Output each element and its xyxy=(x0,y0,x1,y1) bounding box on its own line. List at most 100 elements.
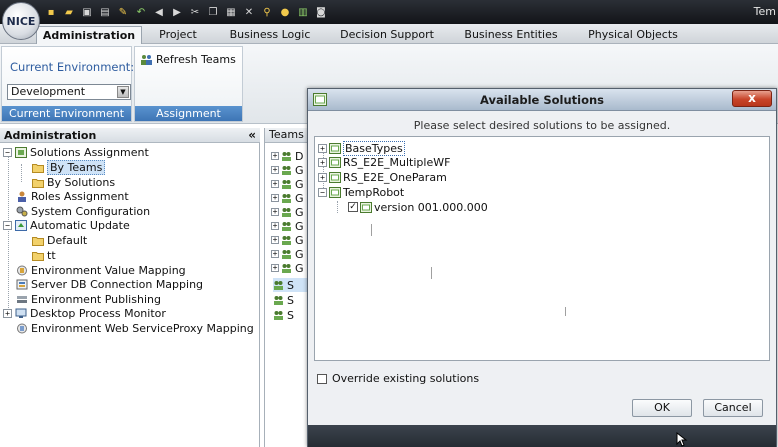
solution-icon xyxy=(329,156,341,168)
dialog-title-bar[interactable]: Available Solutions x xyxy=(308,89,776,111)
expand-icon[interactable]: + xyxy=(318,143,327,153)
environment-select[interactable]: Development ▼ xyxy=(7,84,131,100)
expand-icon[interactable]: + xyxy=(271,194,279,202)
undo-icon[interactable]: ↶ xyxy=(134,5,148,19)
back-icon[interactable]: ◀ xyxy=(152,5,166,19)
solution-version-item[interactable]: ✓ version 001.000.000 xyxy=(348,200,488,214)
team-row[interactable]: + G xyxy=(271,191,309,205)
quick-access-toolbar: ▪ ▰ ▣ ▤ ✎ ↶ ◀ ▶ ✂ ❐ ▦ ✕ ⚲ ● ▥ ◙ xyxy=(44,4,328,20)
team-icon xyxy=(281,193,293,204)
expand-icon[interactable]: + xyxy=(318,172,327,182)
expand-icon[interactable]: + xyxy=(271,222,279,230)
nav-item-tt[interactable]: tt xyxy=(32,248,56,262)
tab-business-logic[interactable]: Business Logic xyxy=(222,26,318,44)
team-row[interactable]: + G xyxy=(271,233,309,247)
nav-item-roles-assignment[interactable]: Roles Assignment xyxy=(16,189,129,203)
render-artifact xyxy=(371,224,372,236)
report-icon[interactable]: ▥ xyxy=(296,5,310,19)
team-row[interactable]: + D xyxy=(271,149,309,163)
cut-icon[interactable]: ✂ xyxy=(188,5,202,19)
environment-value: Development xyxy=(11,85,86,98)
delete-icon[interactable]: ✕ xyxy=(242,5,256,19)
nav-item-default[interactable]: Default xyxy=(32,233,87,247)
nav-item-environment-web-serviceproxy-mapping[interactable]: Environment Web ServiceProxy Mapping xyxy=(16,321,254,335)
tab-administration[interactable]: Administration xyxy=(36,26,142,44)
solution-item-rs-e2e-multiplewf[interactable]: + RS_E2E_MultipleWF xyxy=(318,155,450,169)
run-icon[interactable]: ● xyxy=(278,5,292,19)
search-icon[interactable]: ⚲ xyxy=(260,5,274,19)
save-icon[interactable]: ▣ xyxy=(80,5,94,19)
ok-button[interactable]: OK xyxy=(632,399,692,417)
team-row[interactable]: S xyxy=(273,293,311,307)
expand-icon[interactable]: + xyxy=(271,250,279,258)
nice-logo[interactable]: NICE xyxy=(2,2,40,40)
open-icon[interactable]: ▰ xyxy=(62,5,76,19)
camera-icon[interactable]: ◙ xyxy=(314,5,328,19)
expand-icon[interactable]: + xyxy=(271,166,279,174)
tab-decision-support[interactable]: Decision Support xyxy=(334,26,440,44)
expand-icon[interactable]: + xyxy=(271,180,279,188)
team-row[interactable]: + G xyxy=(271,219,309,233)
available-solutions-dialog: Available Solutions x Please select desi… xyxy=(307,88,777,447)
nav-header: Administration « xyxy=(0,128,260,143)
folder-icon xyxy=(32,162,44,173)
assignment-group: Refresh Teams Assignment xyxy=(134,46,243,122)
publishing-icon xyxy=(16,294,28,305)
nav-item-solutions-assignment[interactable]: − Solutions Assignment xyxy=(3,145,149,159)
expand-icon[interactable]: + xyxy=(271,152,279,160)
edit-icon[interactable]: ✎ xyxy=(116,5,130,19)
forward-icon[interactable]: ▶ xyxy=(170,5,184,19)
folder-icon xyxy=(32,177,44,188)
environment-group-label: Current Environment xyxy=(2,106,131,121)
tab-project[interactable]: Project xyxy=(148,26,208,44)
tab-business-entities[interactable]: Business Entities xyxy=(458,26,564,44)
team-icon xyxy=(281,235,293,246)
close-button[interactable]: x xyxy=(732,90,772,107)
update-icon xyxy=(15,219,27,231)
dialog-instructions: Please select desired solutions to be as… xyxy=(413,119,671,132)
refresh-teams-button[interactable]: Refresh Teams xyxy=(140,53,236,66)
team-row[interactable]: + G xyxy=(271,163,309,177)
collapse-panel-icon[interactable]: « xyxy=(248,128,256,142)
nav-item-desktop-process-monitor[interactable]: + Desktop Process Monitor xyxy=(3,306,166,320)
team-row[interactable]: + G xyxy=(271,261,309,275)
team-row[interactable]: + G xyxy=(271,177,309,191)
version-checkbox[interactable]: ✓ xyxy=(348,202,358,212)
tab-physical-objects[interactable]: Physical Objects xyxy=(584,26,682,44)
web-mapping-icon xyxy=(16,323,28,334)
expand-icon[interactable]: + xyxy=(318,157,327,167)
collapse-icon[interactable]: − xyxy=(3,220,12,230)
solution-item-temprobot[interactable]: − TempRobot xyxy=(318,185,404,199)
copy-icon[interactable]: ❐ xyxy=(206,5,220,19)
nav-item-by-solutions[interactable]: By Solutions xyxy=(32,175,115,189)
nav-item-environment-publishing[interactable]: Environment Publishing xyxy=(16,292,161,306)
nav-item-system-configuration[interactable]: System Configuration xyxy=(16,204,150,218)
nav-item-by-teams[interactable]: By Teams xyxy=(32,159,106,175)
team-icon xyxy=(273,295,285,306)
override-checkbox-box[interactable] xyxy=(317,373,327,384)
team-row[interactable]: S xyxy=(273,308,311,322)
expand-icon[interactable]: + xyxy=(271,264,279,272)
solution-item-basetypes[interactable]: + BaseTypes xyxy=(318,140,405,156)
save-all-icon[interactable]: ▤ xyxy=(98,5,112,19)
team-row[interactable]: + G xyxy=(271,205,309,219)
dropdown-arrow-icon[interactable]: ▼ xyxy=(117,86,129,98)
nav-item-server-db-connection-mapping[interactable]: Server DB Connection Mapping xyxy=(16,277,203,291)
expand-icon[interactable]: + xyxy=(271,208,279,216)
collapse-icon[interactable]: − xyxy=(318,187,327,197)
cancel-button[interactable]: Cancel xyxy=(703,399,763,417)
teams-header: Teams xyxy=(265,128,308,143)
team-row[interactable]: S xyxy=(273,278,311,292)
team-icon xyxy=(281,249,293,260)
nav-item-automatic-update[interactable]: − Automatic Update xyxy=(3,218,130,232)
team-row[interactable]: + G xyxy=(271,247,309,261)
expand-icon[interactable]: + xyxy=(271,236,279,244)
expand-icon[interactable]: + xyxy=(3,308,12,318)
override-existing-checkbox[interactable]: Override existing solutions xyxy=(317,372,479,385)
nav-item-environment-value-mapping[interactable]: Environment Value Mapping xyxy=(16,263,186,277)
collapse-icon[interactable]: − xyxy=(3,147,12,157)
paste-icon[interactable]: ▦ xyxy=(224,5,238,19)
new-icon[interactable]: ▪ xyxy=(44,5,58,19)
solution-item-rs-e2e-oneparam[interactable]: + RS_E2E_OneParam xyxy=(318,170,447,184)
team-icon xyxy=(281,165,293,176)
